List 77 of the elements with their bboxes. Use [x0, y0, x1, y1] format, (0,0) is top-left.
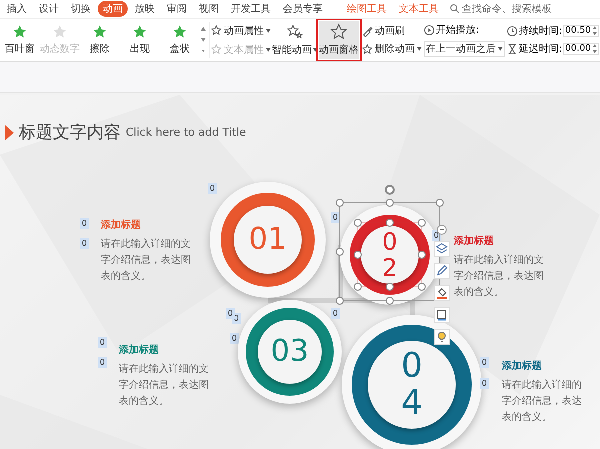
layers-icon[interactable] — [434, 241, 450, 257]
delay-field[interactable]: 00.00 — [563, 43, 600, 55]
animation-brush-button[interactable]: 动画刷 — [362, 24, 422, 38]
fill-bucket-icon[interactable] — [434, 285, 450, 301]
animation-order-tag[interactable]: 0 — [331, 212, 340, 223]
menu-tab[interactable]: 设计 — [34, 1, 64, 17]
animation-pane-button[interactable]: 动画窗格 — [319, 21, 359, 59]
animation-order-tag[interactable]: 0 — [80, 238, 90, 249]
animation-effect[interactable]: 擦除 — [80, 24, 120, 56]
spinner-icon — [593, 26, 598, 36]
item-description[interactable]: 请在此输入详细的文字介绍信息，表达图表的含义。 — [101, 237, 194, 285]
star-icon — [211, 44, 222, 55]
star-icon — [132, 24, 148, 40]
star-icon — [172, 24, 188, 40]
item-description[interactable]: 请在此输入详细的文字介绍信息，表达图表的含义。 — [454, 253, 547, 301]
star-icon — [52, 24, 68, 40]
search-icon — [450, 4, 460, 14]
animation-order-tag[interactable]: 0 — [480, 357, 490, 368]
animation-order-tag[interactable]: 0 — [230, 333, 240, 344]
smart-animation-button[interactable]: 智能动画 — [272, 21, 318, 59]
animation-effect[interactable]: 盒状 — [160, 24, 200, 56]
star-icon — [12, 24, 28, 40]
menu-tab[interactable]: 动画 — [98, 1, 128, 17]
duration-field[interactable]: 00.50 — [563, 25, 600, 37]
item-description[interactable]: 请在此输入详细的文字介绍信息，表达图表的含义。 — [119, 362, 212, 410]
caret-icon — [498, 47, 503, 51]
triangle-marker-icon — [5, 124, 14, 140]
animation-order-tag[interactable]: 0 — [480, 378, 490, 389]
animation-order-tag[interactable]: 0 — [80, 218, 90, 229]
brush-icon — [362, 26, 373, 36]
star-icon — [330, 23, 348, 41]
star-icon — [92, 24, 108, 40]
lightbulb-icon[interactable] — [434, 329, 450, 345]
stars-icon — [286, 23, 304, 41]
item-heading[interactable]: 添加标题 — [502, 359, 585, 373]
start-dropdown[interactable]: 在上一动画之后 — [424, 41, 505, 57]
play-icon — [424, 24, 435, 36]
pen-icon[interactable] — [434, 263, 450, 279]
context-tab[interactable]: 绘图工具 — [342, 2, 392, 16]
caret-icon — [266, 28, 271, 32]
menu-tab[interactable]: 视图 — [194, 1, 224, 17]
slide-title[interactable]: 标题文字内容 — [19, 121, 121, 144]
gallery-scroll-icon[interactable] — [201, 25, 206, 55]
animation-order-tag[interactable]: 0 — [98, 337, 108, 348]
menu-tab[interactable]: 审阅 — [162, 1, 192, 17]
star-icon — [211, 25, 222, 36]
star-icon — [362, 44, 373, 54]
context-tab[interactable]: 文本工具 — [394, 2, 444, 16]
animation-order-tag[interactable]: 0 — [208, 183, 218, 194]
search-field[interactable]: 查找命令、搜索模板 — [450, 4, 562, 14]
outline-square-icon[interactable] — [434, 307, 450, 323]
duration-label: 持续时间: — [519, 24, 562, 38]
property-button[interactable]: 动画属性 — [211, 24, 271, 38]
animation-order-tag[interactable]: 0 — [331, 308, 340, 319]
item-heading[interactable]: 添加标题 — [119, 343, 212, 357]
start-label: 开始播放: — [436, 24, 480, 37]
spinner-icon — [593, 44, 598, 54]
collapse-icon[interactable] — [437, 225, 447, 235]
animation-order-tag[interactable]: 0 — [98, 357, 108, 368]
animation-order-tag[interactable]: 0 — [226, 308, 236, 319]
delete-animation-button[interactable]: 删除动画 — [362, 42, 422, 56]
number-circle[interactable]: 04 — [342, 315, 482, 449]
delay-label: 延迟时间: — [519, 42, 562, 56]
hourglass-icon — [507, 44, 518, 54]
menu-tab[interactable]: 插入 — [2, 1, 32, 17]
animation-effect[interactable]: 出现 — [120, 24, 160, 56]
menu-tab[interactable]: 开发工具 — [226, 1, 276, 17]
item-heading[interactable]: 添加标题 — [454, 234, 547, 248]
item-description[interactable]: 请在此输入详细的字介绍信息，表达表的含义。 — [502, 378, 585, 426]
caret-icon — [266, 48, 271, 52]
slide-subtitle[interactable]: Click here to add Title — [126, 126, 246, 139]
menu-tab[interactable]: 切换 — [66, 1, 96, 17]
caret-icon — [417, 47, 422, 51]
animation-effect[interactable]: 百叶窗 — [0, 24, 40, 56]
clock-icon — [507, 26, 518, 36]
menu-tab[interactable]: 会员专享 — [278, 1, 328, 17]
menu-tab[interactable]: 放映 — [130, 1, 160, 17]
